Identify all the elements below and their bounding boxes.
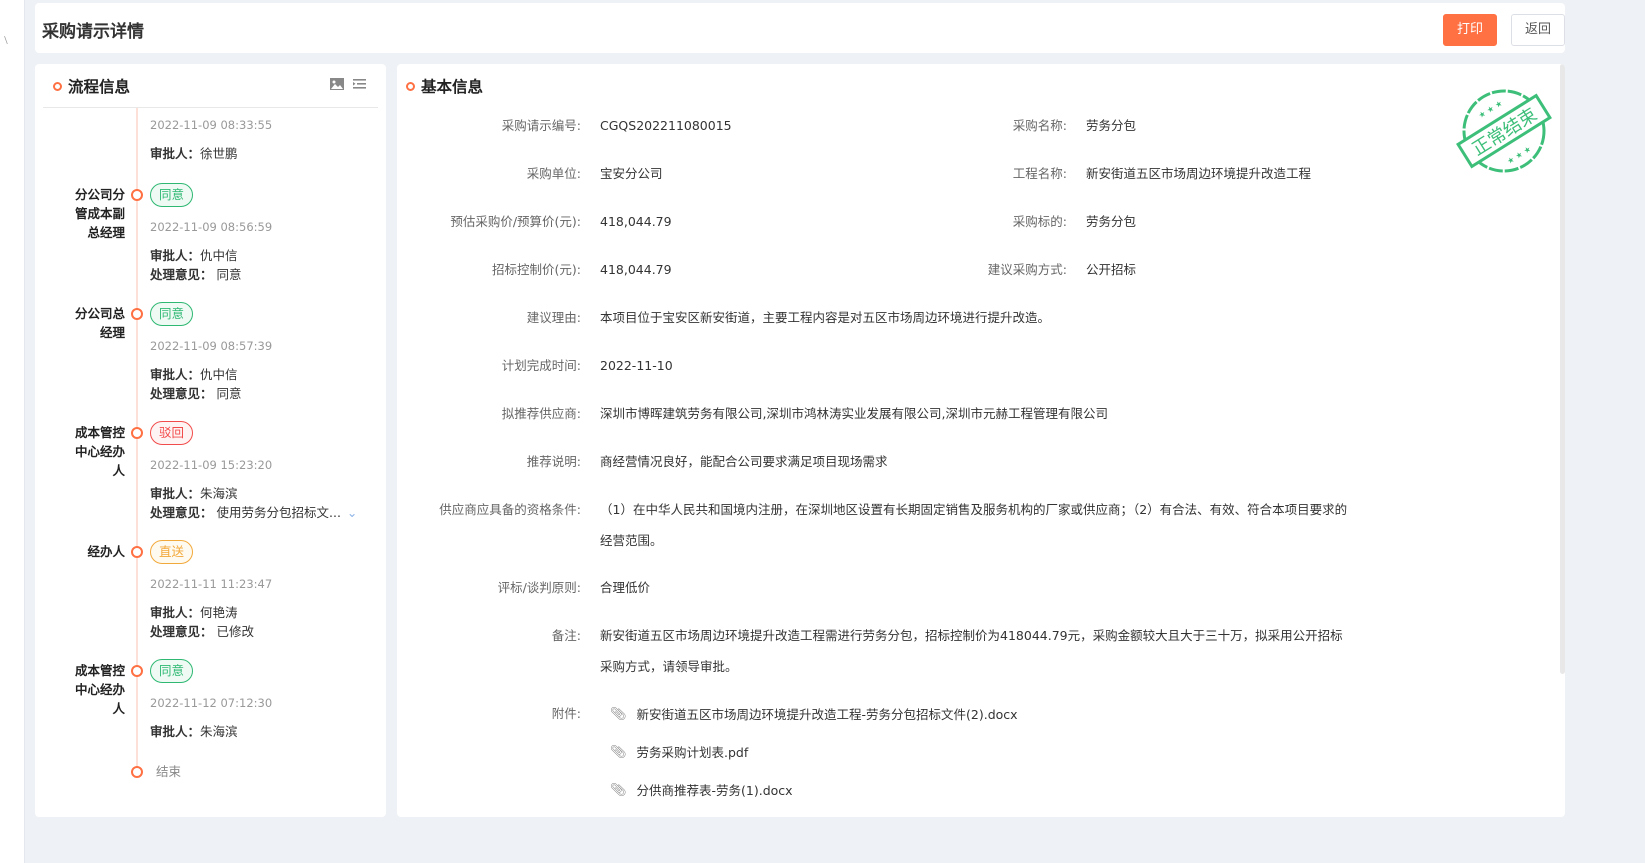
- item-opinion: 处理意见： 同意: [150, 267, 242, 282]
- page-title: 采购请示详情: [42, 22, 144, 42]
- paperclip-icon: 📎︎: [610, 782, 627, 798]
- attachment-item[interactable]: 📎︎ 劳务采购计划表.pdf: [600, 733, 1350, 771]
- status-badge: 驳回: [150, 421, 194, 445]
- item-date: 2022-11-09 15:23:20: [150, 458, 273, 472]
- node-icon: [131, 665, 143, 677]
- attachment-link[interactable]: 新安街道五区市场周边环境提升改造工程-劳务分包招标文件(2).docx: [637, 699, 1018, 730]
- basic-title-text: 基本信息: [421, 78, 484, 96]
- node-icon: [131, 766, 143, 778]
- attachment-link[interactable]: 分供商推荐表-劳务(1).docx: [637, 775, 793, 806]
- end-label: 结束: [156, 764, 182, 779]
- status-stamp: 正常结束 ★ ★ ★ ★ ★ ★: [1456, 89, 1552, 173]
- item-date: 2022-11-11 11:23:47: [150, 577, 273, 591]
- field-method: 建议采购方式: 公开招标: [987, 262, 1137, 277]
- field-reason: 建议理由: 本项目位于宝安区新安街道，主要工程内容是对五区市场周边环境进行提升改造…: [526, 310, 1051, 325]
- attachment-list: 📎︎ 新安街道五区市场周边环境提升改造工程-劳务分包招标文件(2).docx 📎︎…: [600, 695, 1350, 809]
- item-approver: 审批人：朱海滨: [150, 486, 238, 501]
- field-rec-note: 推荐说明: 商经营情况良好，能配合公司要求满足项目现场需求: [526, 454, 888, 469]
- field-suppliers: 拟推荐供应商: 深圳市博晖建筑劳务有限公司,深圳市鸿林涛实业发展有限公司,深圳市元…: [501, 406, 1108, 421]
- flow-title-text: 流程信息: [68, 78, 131, 96]
- status-badge: 直送: [150, 540, 194, 564]
- item-date: 2022-11-09 08:33:55: [150, 118, 273, 132]
- item-opinion: 处理意见： 同意: [150, 386, 242, 401]
- print-button[interactable]: 打印: [1443, 14, 1497, 46]
- field-name: 采购名称: 劳务分包: [1012, 118, 1137, 133]
- field-principle: 评标/谈判原则: 合理低价: [497, 580, 651, 595]
- attachment-item[interactable]: 📎︎ 新安街道五区市场周边环境提升改造工程-劳务分包招标文件(2).docx: [600, 695, 1350, 733]
- info-fields: 采购请示编号: CGQS202211080015 采购名称: 劳务分包 采购单位: 宝安…: [397, 110, 1397, 809]
- back-button[interactable]: 返回: [1511, 14, 1565, 46]
- field-target: 采购标的: 劳务分包: [1012, 214, 1137, 229]
- paperclip-icon: 📎︎: [610, 744, 627, 760]
- item-date: 2022-11-09 08:57:39: [150, 339, 273, 353]
- timeline-item: 成本管控中心经办人 驳回 2022-11-09 15:23:20 审批人：朱海滨…: [35, 421, 386, 522]
- field-plan-date: 计划完成时间: 2022-11-10: [501, 358, 673, 373]
- node-icon: [131, 427, 143, 439]
- timeline-item: 分公司分管成本副总经理 同意 2022-11-09 08:56:59 审批人：仇…: [35, 183, 386, 284]
- item-role: 分公司分管成本副总经理: [74, 187, 125, 240]
- title-dot-icon: [53, 81, 62, 91]
- timeline-item: 2022-11-09 08:33:55 审批人：徐世鹏: [35, 115, 386, 163]
- collapse-icon[interactable]: ﹨: [0, 30, 12, 47]
- timeline-end: 结束: [35, 760, 386, 784]
- item-role: 成本管控中心经办人: [74, 425, 125, 478]
- item-approver: 审批人：何艳涛: [150, 605, 238, 620]
- field-qualification: 供应商应具备的资格条件: （1）在中华人民共和国境内注册，在深圳地区设置有长期固定…: [439, 502, 1348, 548]
- basic-title: 基本信息: [406, 75, 483, 97]
- basic-info-panel: 基本信息 正常结束 ★ ★ ★ ★ ★ ★ 采购请示编号: CGQS2022110…: [397, 64, 1565, 817]
- item-approver: 审批人：仇中信: [150, 248, 238, 263]
- paperclip-icon: 📎︎: [610, 706, 627, 722]
- expand-chevron-icon[interactable]: ⌄: [347, 505, 357, 520]
- field-attachments: 附件: 📎︎ 新安街道五区市场周边环境提升改造工程-劳务分包招标文件(2).doc…: [397, 698, 1350, 809]
- scrollbar[interactable]: [1560, 64, 1565, 674]
- field-code: 采购请示编号: CGQS202211080015: [501, 118, 732, 133]
- item-date: 2022-11-12 07:12:30: [150, 696, 273, 710]
- attachment-link[interactable]: 劳务采购计划表.pdf: [637, 737, 749, 768]
- flow-panel: 流程信息 2022-11-09 08:33:55 审批人：徐世鹏 分公司分管成本…: [35, 64, 386, 817]
- flow-title: 流程信息: [53, 75, 130, 97]
- title-dot-icon: [406, 81, 415, 91]
- field-control-price: 招标控制价(元): 418,044.79: [492, 262, 672, 277]
- item-approver: 审批人：仇中信: [150, 367, 238, 382]
- field-remark: 备注: 新安街道五区市场周边环境提升改造工程需进行劳务分包，招标控制价为41804…: [551, 628, 1343, 674]
- item-opinion: 处理意见： 已修改: [150, 624, 255, 639]
- timeline-item: 成本管控中心经办人 同意 2022-11-12 07:12:30 审批人：朱海滨: [35, 659, 386, 741]
- item-opinion: 处理意见： 使用劳务分包招标文... ⌄: [150, 505, 358, 520]
- field-unit: 采购单位: 宝安分公司: [526, 166, 663, 181]
- item-role: 成本管控中心经办人: [74, 663, 125, 716]
- timeline-item: 经办人 直送 2022-11-11 11:23:47 审批人：何艳涛 处理意见：…: [35, 540, 386, 641]
- item-role: 经办人: [87, 544, 125, 559]
- field-project: 工程名称: 新安街道五区市场周边环境提升改造工程: [1012, 166, 1312, 181]
- page-header: 采购请示详情 打印 返回: [35, 3, 1565, 53]
- side-strip: ﹨: [0, 0, 25, 863]
- list-icon[interactable]: [353, 78, 366, 90]
- image-icon[interactable]: [330, 78, 344, 90]
- status-badge: 同意: [150, 183, 194, 207]
- attachment-item[interactable]: 📎︎ 分供商推荐表-劳务(1).docx: [600, 771, 1350, 809]
- node-icon: [131, 308, 143, 320]
- item-role: 分公司总经理: [74, 306, 125, 340]
- node-icon: [131, 189, 143, 201]
- item-date: 2022-11-09 08:56:59: [150, 220, 273, 234]
- status-badge: 同意: [150, 659, 194, 683]
- status-badge: 同意: [150, 302, 194, 326]
- item-approver: 审批人：徐世鹏: [150, 146, 238, 161]
- item-approver: 审批人：朱海滨: [150, 724, 238, 739]
- node-icon: [131, 546, 143, 558]
- field-budget: 预估采购价/预算价(元): 418,044.79: [450, 214, 672, 229]
- timeline-item: 分公司总经理 同意 2022-11-09 08:57:39 审批人：仇中信 处理…: [35, 302, 386, 403]
- timeline: 2022-11-09 08:33:55 审批人：徐世鹏 分公司分管成本副总经理 …: [35, 108, 386, 802]
